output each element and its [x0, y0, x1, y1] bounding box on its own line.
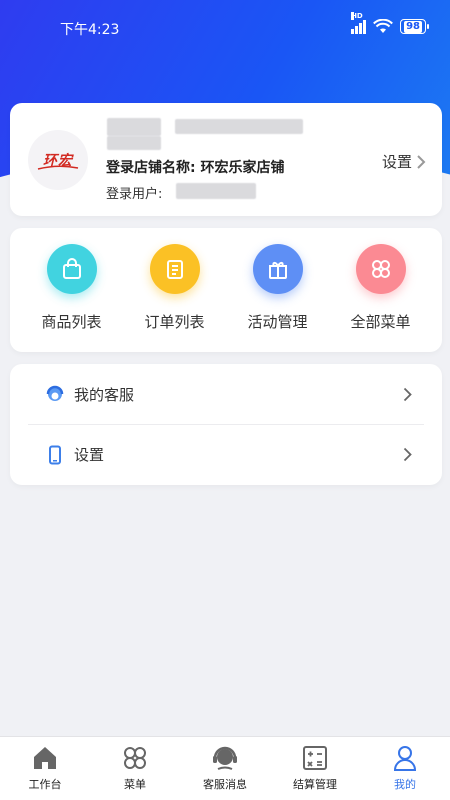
signal-icon: HD	[351, 11, 367, 34]
quick-item-products[interactable]: 商品列表	[22, 244, 122, 352]
logo-swoosh-icon	[37, 165, 79, 170]
redacted-shop-id-2	[107, 136, 161, 150]
shopping-bag-icon	[46, 244, 97, 294]
quick-label: 订单列表	[144, 313, 205, 331]
tab-service-messages[interactable]: 客服消息	[180, 737, 270, 800]
list-item-settings[interactable]: 设置	[28, 424, 424, 484]
shop-logo: 环宏	[28, 130, 88, 190]
status-icons: HD 98	[351, 11, 429, 34]
calculator-icon	[301, 742, 329, 774]
login-user-label: 登录用户:	[106, 187, 163, 202]
tab-menu[interactable]: 菜单	[90, 737, 180, 800]
redacted-shop-code	[175, 119, 303, 134]
settings-list: 我的客服 设置	[10, 364, 442, 485]
home-icon	[31, 742, 59, 774]
wifi-icon	[373, 19, 393, 33]
tab-label: 我的	[394, 778, 416, 791]
shop-name-line: 登录店铺名称: 环宏乐家店铺	[106, 157, 284, 177]
bottom-tab-bar: 工作台 菜单 客服消息 结算管理 我的	[0, 736, 450, 800]
quick-label: 商品列表	[41, 313, 102, 331]
clipboard-icon	[149, 244, 200, 294]
battery-level: 98	[404, 20, 422, 33]
gift-icon	[252, 244, 303, 294]
shop-name-label: 登录店铺名称:	[106, 160, 196, 176]
settings-label: 设置	[381, 153, 412, 171]
customer-service-icon	[44, 383, 66, 405]
phone-icon	[44, 444, 66, 466]
quick-label: 全部菜单	[350, 313, 411, 331]
chevron-right-icon	[403, 447, 412, 462]
quick-item-orders[interactable]: 订单列表	[125, 244, 225, 352]
profile-settings-link[interactable]: 设置	[382, 151, 426, 172]
tab-mine[interactable]: 我的	[360, 737, 450, 800]
quick-label: 活动管理	[247, 313, 308, 331]
tab-label: 结算管理	[293, 778, 337, 791]
tab-workbench[interactable]: 工作台	[0, 737, 90, 800]
network-type: HD	[351, 11, 363, 20]
chevron-right-icon	[403, 387, 412, 401]
menu-grid-icon	[121, 742, 149, 774]
quick-item-activities[interactable]: 活动管理	[228, 244, 328, 352]
login-user-line: 登录用户:	[106, 183, 162, 202]
grid-flower-icon	[355, 244, 406, 294]
chevron-right-icon	[417, 154, 426, 169]
list-item-label: 设置	[74, 446, 105, 464]
tab-label: 客服消息	[203, 778, 247, 791]
status-bar: 下午4:23 HD 98	[0, 0, 450, 56]
battery-icon: 98	[400, 19, 429, 34]
user-icon	[391, 742, 419, 774]
status-time: 下午4:23	[60, 22, 120, 38]
redacted-login-user	[176, 183, 256, 199]
quick-item-all-menu[interactable]: 全部菜单	[331, 244, 431, 352]
list-item-label: 我的客服	[74, 385, 135, 404]
quick-menu: 商品列表 订单列表 活动管理 全部菜单	[10, 228, 442, 352]
redacted-shop-id	[107, 118, 161, 136]
list-item-customer-service[interactable]: 我的客服	[28, 364, 424, 424]
shop-name-value: 环宏乐家店铺	[200, 160, 285, 176]
tab-label: 工作台	[28, 778, 62, 791]
tab-settlement[interactable]: 结算管理	[270, 737, 360, 800]
tab-label: 菜单	[124, 778, 146, 791]
headset-icon	[210, 742, 240, 774]
